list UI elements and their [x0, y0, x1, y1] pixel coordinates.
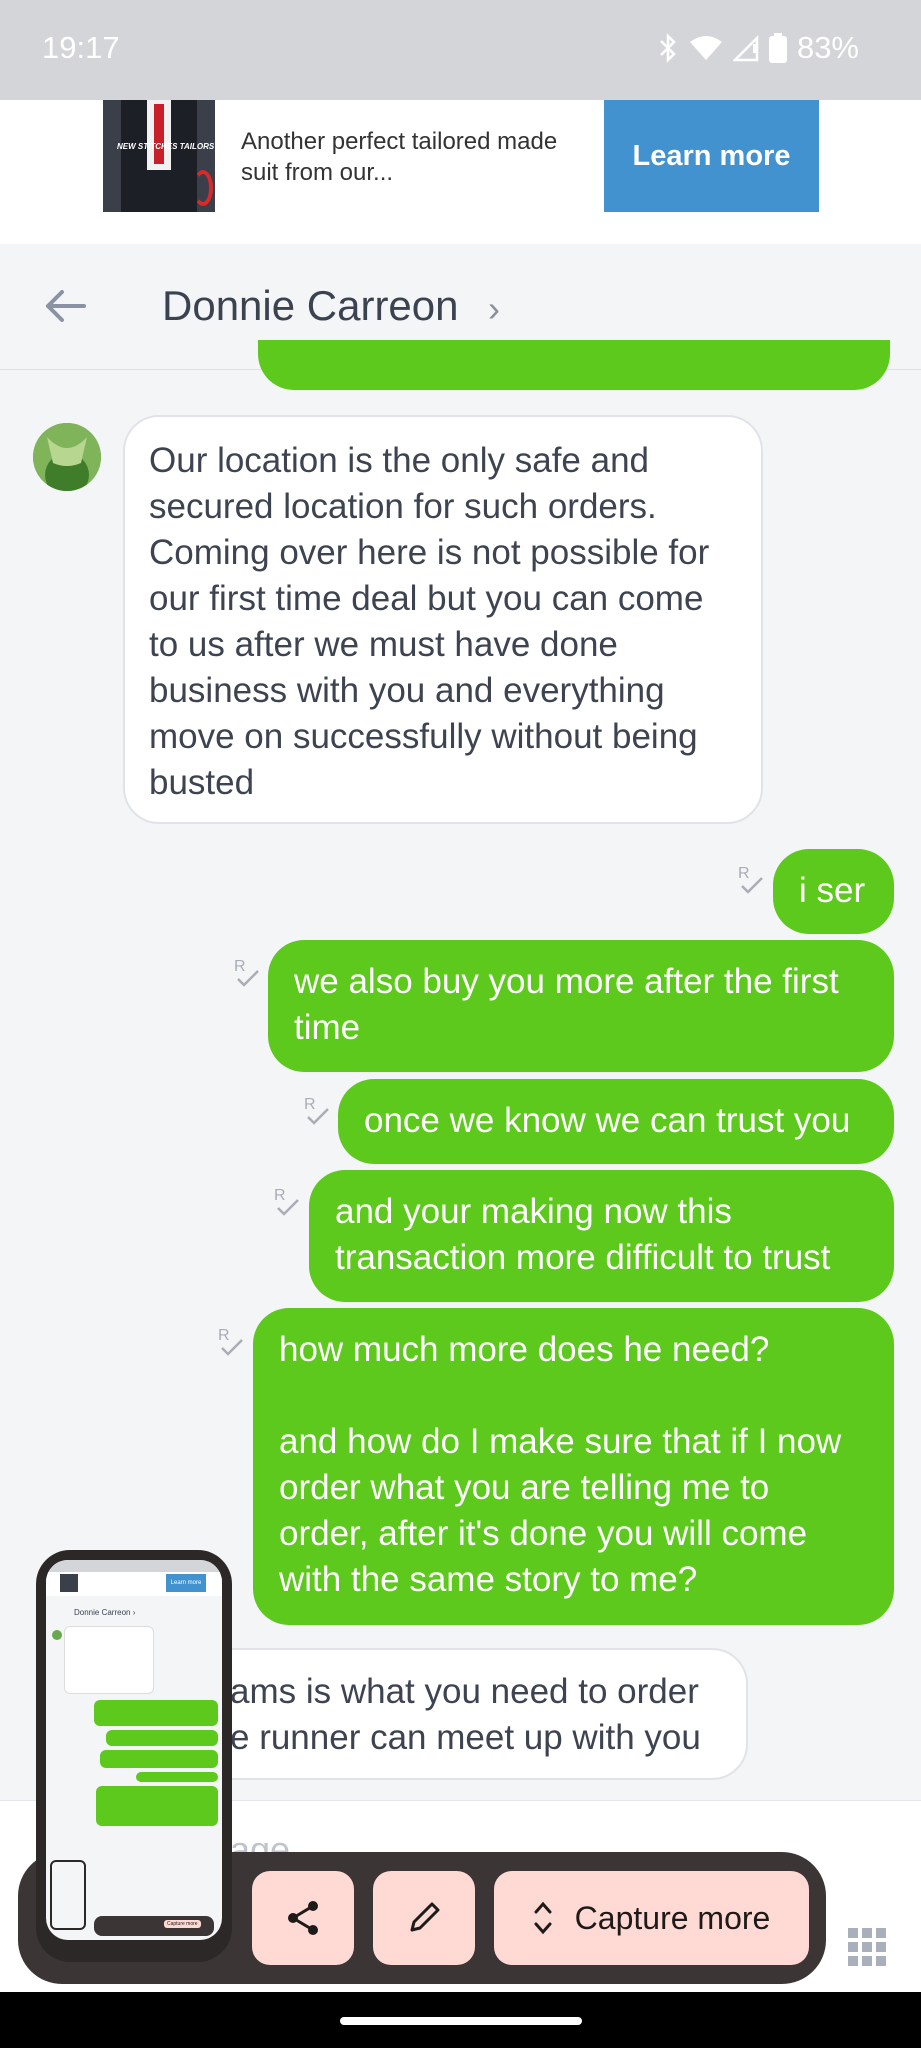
status-time: 19:17	[42, 30, 120, 65]
back-arrow-icon[interactable]	[40, 284, 90, 328]
svg-text:R: R	[304, 1096, 316, 1113]
screenshot-thumbnail[interactable]: Learn more Donnie Carreon › Capture more	[36, 1550, 232, 1962]
message-bubble-outgoing[interactable]: how much more does he need? and how do I…	[253, 1308, 894, 1625]
message-bubble-incoming[interactable]: Our location is the only safe and secure…	[123, 415, 763, 824]
capture-more-label: Capture more	[574, 1899, 771, 1936]
message-bubble-incoming[interactable]: ams is what you need to order e runner c…	[190, 1648, 748, 1780]
message-bubble-outgoing[interactable]: once we know we can trust you	[338, 1079, 894, 1164]
expand-vertical-icon	[534, 1901, 552, 1935]
message-text-line: and how do I make sure that if I now ord…	[279, 1422, 842, 1599]
status-bar: 19:17 83%	[0, 0, 921, 100]
ad-banner[interactable]: NEW STITCHES TAILORS Another perfect tai…	[0, 100, 921, 244]
message-bubble-outgoing[interactable]: and your making now this transaction mor…	[309, 1170, 894, 1302]
read-receipt-icon: R	[738, 865, 763, 894]
share-icon	[288, 1901, 318, 1935]
battery-percent: 83%	[796, 30, 859, 65]
wifi-icon	[689, 36, 722, 60]
battery-icon	[768, 33, 787, 63]
share-button[interactable]	[252, 1871, 354, 1965]
ad-image-caption: NEW STITCHES TAILORS	[117, 142, 215, 151]
navigation-bar	[0, 1992, 921, 2048]
ad-text[interactable]: Another perfect tailored made suit from …	[241, 126, 581, 188]
home-gesture-handle[interactable]	[340, 2017, 582, 2025]
message-text-line: e runner can meet up with you	[230, 1718, 701, 1757]
chevron-right-icon[interactable]: ›	[488, 288, 500, 330]
thumbnail-learn-more: Learn more	[166, 1574, 206, 1592]
cell-signal-icon	[732, 34, 759, 62]
message-text: i ser	[799, 871, 866, 910]
apps-grid-icon[interactable]	[848, 1928, 886, 1966]
svg-text:R: R	[274, 1187, 286, 1204]
svg-text:R: R	[234, 958, 246, 975]
capture-more-button[interactable]: Capture more	[494, 1871, 809, 1965]
status-icons: 83%	[657, 30, 859, 66]
contact-name[interactable]: Donnie Carreon	[162, 282, 459, 330]
svg-text:R: R	[218, 1327, 230, 1344]
contact-avatar[interactable]	[33, 423, 101, 491]
message-bubble-outgoing[interactable]: i ser	[773, 849, 894, 934]
thumbnail-screen: Learn more Donnie Carreon › Capture more	[46, 1560, 222, 1940]
message-text: and your making now this transaction mor…	[335, 1192, 831, 1277]
message-text-line: how much more does he need?	[279, 1330, 770, 1369]
edit-button[interactable]	[373, 1871, 475, 1965]
read-receipt-icon: R	[218, 1327, 243, 1356]
read-receipt-icon: R	[304, 1096, 329, 1125]
message-bubble-outgoing-partial	[258, 340, 890, 390]
read-receipt-icon: R	[274, 1187, 299, 1216]
ad-image[interactable]: NEW STITCHES TAILORS	[103, 100, 215, 212]
message-text: we also buy you more after the first tim…	[294, 962, 839, 1047]
pencil-icon	[410, 1902, 440, 1932]
read-receipt-icon: R	[234, 958, 259, 987]
message-text: once we know we can trust you	[364, 1101, 851, 1140]
message-text-line: ams is what you need to order	[230, 1672, 699, 1711]
message-text: Our location is the only safe and secure…	[149, 441, 710, 802]
bluetooth-icon	[660, 33, 676, 63]
svg-text:R: R	[738, 865, 750, 882]
thumbnail-contact-name: Donnie Carreon ›	[74, 1608, 136, 1617]
learn-more-button[interactable]: Learn more	[604, 100, 819, 212]
thumbnail-capture-more: Capture more	[164, 1920, 201, 1928]
message-bubble-outgoing[interactable]: we also buy you more after the first tim…	[268, 940, 894, 1072]
